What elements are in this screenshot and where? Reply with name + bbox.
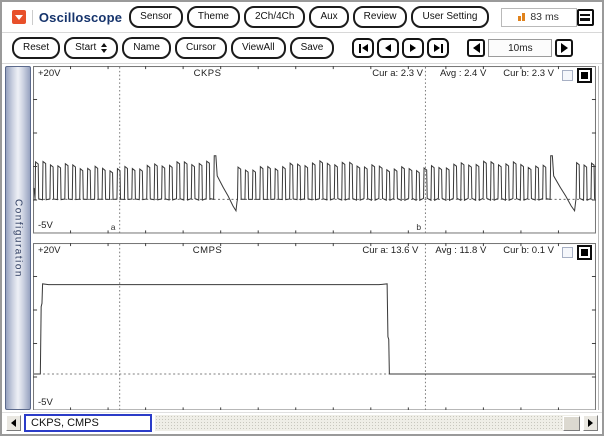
review-button[interactable]: Review (352, 6, 408, 28)
waveform-plot-cmps[interactable] (33, 242, 596, 411)
channel-2-cmps: +20V CMPS Cur a: 13.6 V Avg : 11.8 V Cur… (33, 242, 596, 411)
scrollbar-thumb[interactable] (563, 415, 580, 431)
ch1-cursor-a-readout: Cur a: 2.3 V (372, 68, 423, 79)
ch2-active-indicator-button[interactable] (577, 244, 592, 260)
channel-plots: +20V CKPS Cur a: 2.3 V Avg : 2.4 V Cur b… (33, 66, 599, 410)
ch1-avg-readout: Avg : 2.4 V (439, 68, 487, 79)
timebase-decrease-button[interactable] (467, 39, 486, 57)
configuration-panel-handle[interactable]: Configuration (5, 66, 31, 410)
app-menu-icon[interactable] (12, 10, 26, 24)
name-button[interactable]: Name (122, 37, 171, 59)
toolbar-controls: Reset Start Name Cursor ViewAll Save 10m… (2, 33, 602, 64)
start-button[interactable]: Start (64, 37, 119, 59)
toolbar-main: Oscilloscope Sensor Theme 2Ch/4Ch Aux Re… (2, 2, 602, 33)
cursor-b-label: b (416, 222, 422, 232)
trigger-time-icon (518, 13, 526, 21)
ch1-checkbox[interactable] (562, 70, 573, 81)
spinner-arrows-icon (101, 43, 108, 53)
timebase-group: 10ms (467, 39, 574, 57)
cursor-a-label: a (110, 222, 116, 232)
ch1-scale-top-label: +20V (38, 68, 61, 79)
sensor-button[interactable]: Sensor (129, 6, 183, 28)
status-bar: CKPS, CMPS (2, 413, 602, 434)
ch2-name-label: CMPS (192, 244, 223, 256)
frame-nav-group (352, 38, 450, 58)
ch1-active-indicator-button[interactable] (577, 68, 592, 83)
ch1-name-label: CKPS (193, 68, 222, 79)
trigger-time-value: 83 ms (530, 11, 559, 23)
theme-button[interactable]: Theme (186, 6, 240, 28)
timebase-increase-button[interactable] (555, 39, 574, 57)
horizontal-scrollbar-track[interactable] (155, 415, 580, 431)
main-area: Configuration +20V CKPS Cur a: 2.3 V Avg… (2, 64, 602, 413)
first-frame-button[interactable] (352, 38, 375, 58)
user-setting-button[interactable]: User Setting (411, 6, 489, 28)
scroll-right-button[interactable] (583, 415, 598, 431)
ch2-readouts: Cur a: 13.6 V Avg : 11.8 V Cur b: 0.1 V (362, 244, 554, 256)
ch2-cursor-a-readout: Cur a: 13.6 V (362, 244, 419, 256)
last-frame-button[interactable] (427, 38, 450, 58)
next-frame-button[interactable] (402, 38, 425, 58)
scroll-left-button[interactable] (6, 415, 21, 431)
save-button[interactable]: Save (289, 37, 335, 59)
aux-button[interactable]: Aux (309, 6, 349, 28)
ch2-cursor-b-readout: Cur b: 0.1 V (503, 244, 554, 256)
ch1-scale-bottom-label: -5V (38, 220, 53, 231)
ch2-scale-top-label: +20V (38, 244, 61, 256)
reset-button[interactable]: Reset (12, 37, 61, 59)
ch2-checkbox[interactable] (562, 246, 573, 258)
oscilloscope-window: Oscilloscope Sensor Theme 2Ch/4Ch Aux Re… (0, 0, 604, 436)
start-button-label: Start (75, 42, 97, 53)
list-menu-icon[interactable] (576, 8, 594, 26)
channel-mode-button[interactable]: 2Ch/4Ch (243, 6, 306, 28)
ch2-avg-readout: Avg : 11.8 V (435, 244, 487, 256)
channel-1-ckps: +20V CKPS Cur a: 2.3 V Avg : 2.4 V Cur b… (33, 66, 596, 234)
trigger-time-display: 83 ms (500, 7, 577, 27)
timebase-value: 10ms (488, 39, 553, 57)
cursor-button[interactable]: Cursor (174, 37, 227, 59)
ch2-scale-bottom-label: -5V (38, 396, 53, 408)
prev-frame-button[interactable] (377, 38, 400, 58)
configuration-label: Configuration (12, 198, 24, 278)
ch1-readouts: Cur a: 2.3 V Avg : 2.4 V Cur b: 2.3 V (372, 69, 554, 79)
page-title: Oscilloscope (38, 9, 123, 25)
viewall-button[interactable]: ViewAll (230, 37, 286, 59)
channel-names-tab[interactable]: CKPS, CMPS (24, 414, 152, 432)
ch1-cursor-b-readout: Cur b: 2.3 V (503, 68, 554, 79)
waveform-plot-ckps[interactable] (33, 66, 596, 234)
divider (32, 9, 33, 25)
